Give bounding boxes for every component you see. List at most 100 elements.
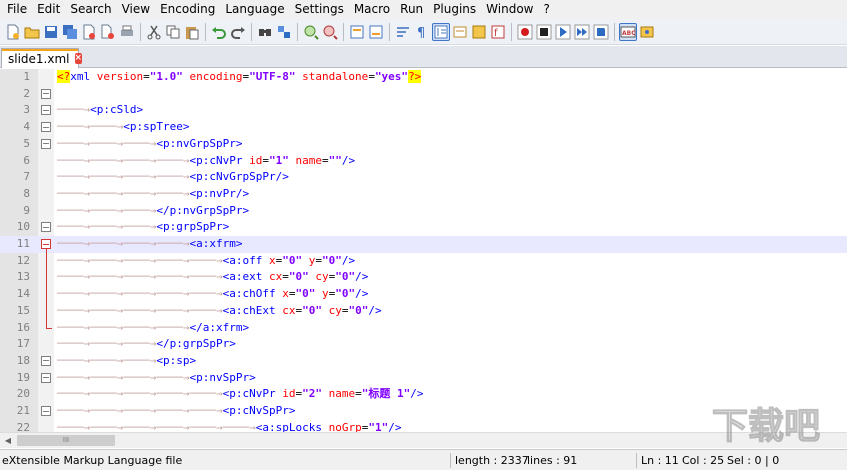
zoom-out-icon[interactable]	[321, 23, 339, 41]
menu-search[interactable]: Search	[65, 0, 116, 19]
code-text: ────→────→────→<p:sp>	[57, 353, 197, 367]
line-number: 7	[23, 170, 30, 184]
close-tab-icon[interactable]: ×	[74, 53, 83, 64]
code-text: ────→────→────→</p:nvGrpSpPr>	[57, 203, 250, 217]
code-line[interactable]: 16 ────→────→────→────→</a:xfrm>	[0, 320, 847, 337]
sync-vertical-icon[interactable]	[348, 23, 366, 41]
code-text: ────→<p:cSld>	[57, 103, 144, 117]
code-text: ────→────→────→────→<p:nvPr/>	[57, 186, 250, 200]
code-line[interactable]: 5 ────→────→────→<p:nvGrpSpPr>	[0, 136, 847, 153]
code-line[interactable]: 2	[0, 86, 847, 103]
scroll-left-icon[interactable]: ◀	[0, 433, 16, 449]
code-line[interactable]: 17 ────→────→────→</p:grpSpPr>	[0, 336, 847, 353]
fold-toggle-icon[interactable]	[41, 355, 51, 366]
line-number: 2	[23, 86, 30, 100]
find-icon[interactable]	[256, 23, 274, 41]
replace-icon[interactable]	[275, 23, 293, 41]
code-line[interactable]: 3 ────→<p:cSld>	[0, 102, 847, 119]
cut-icon[interactable]	[145, 23, 163, 41]
function-list-icon[interactable]: f	[489, 23, 507, 41]
code-line[interactable]: 12 ────→────→────→────→────→<a:off x="0" …	[0, 253, 847, 270]
indent-guide-icon[interactable]	[432, 22, 450, 41]
line-number: 22	[16, 420, 30, 432]
tab-slide1-xml[interactable]: slide1.xml ×	[1, 48, 83, 68]
line-number: 20	[16, 387, 30, 401]
svg-text:f: f	[494, 28, 498, 39]
user-defined-lang-icon[interactable]	[451, 23, 469, 41]
redo-icon[interactable]	[229, 23, 247, 41]
show-all-chars-icon[interactable]: ¶	[413, 23, 431, 41]
code-line[interactable]: 15 ────→────→────→────→────→<a:chExt cx="…	[0, 303, 847, 320]
save-all-icon[interactable]	[61, 23, 79, 41]
code-text: ────→────→────→────→</a:xfrm>	[57, 320, 250, 334]
status-lines: lines : 91	[527, 454, 578, 467]
menu-plugins[interactable]: Plugins	[428, 0, 481, 19]
fold-toggle-icon[interactable]	[41, 88, 51, 99]
fold-toggle-icon[interactable]	[41, 222, 51, 233]
sync-horizontal-icon[interactable]	[367, 23, 385, 41]
spell-check-icon[interactable]: ABC	[619, 22, 637, 41]
open-file-icon[interactable]	[23, 23, 41, 41]
fold-toggle-icon[interactable]	[41, 122, 51, 133]
doc-map-icon[interactable]	[470, 23, 488, 41]
fold-range-end	[46, 327, 52, 329]
code-line[interactable]: 14 ────→────→────→────→────→<a:chOff x="0…	[0, 286, 847, 303]
word-wrap-icon[interactable]	[394, 23, 412, 41]
zoom-in-icon[interactable]	[302, 23, 320, 41]
scroll-thumb[interactable]: III	[17, 435, 115, 446]
close-all-icon[interactable]	[99, 23, 117, 41]
menu-file[interactable]: File	[2, 0, 32, 19]
line-number: 1	[23, 70, 30, 83]
print-icon[interactable]	[118, 23, 136, 41]
menu-edit[interactable]: Edit	[32, 0, 65, 19]
menu-macro[interactable]: Macro	[349, 0, 395, 19]
code-line[interactable]: 18 ────→────→────→<p:sp>	[0, 353, 847, 370]
menu-language[interactable]: Language	[220, 0, 289, 19]
line-number: 6	[23, 153, 30, 167]
code-editor[interactable]: 1 <?xml version="1.0" encoding="UTF-8" st…	[0, 69, 847, 432]
line-number: 10	[16, 220, 30, 234]
paste-icon[interactable]	[183, 23, 201, 41]
close-file-icon[interactable]	[80, 23, 98, 41]
document-tab-bar: slide1.xml ×	[0, 46, 847, 68]
code-line[interactable]: 6 ────→────→────→────→<p:cNvPr id="1" nam…	[0, 153, 847, 170]
record-macro-icon[interactable]	[516, 23, 534, 41]
code-line[interactable]: 8 ────→────→────→────→<p:nvPr/>	[0, 186, 847, 203]
line-number: 9	[23, 203, 30, 217]
toolbar-separator	[297, 22, 298, 41]
code-line[interactable]: 13 ────→────→────→────→────→<a:ext cx="0"…	[0, 269, 847, 286]
save-icon[interactable]	[42, 23, 60, 41]
copy-icon[interactable]	[164, 23, 182, 41]
fold-toggle-icon[interactable]	[41, 105, 51, 116]
code-line[interactable]: 9 ────→────→────→</p:nvGrpSpPr>	[0, 203, 847, 220]
line-number: 15	[16, 303, 30, 317]
fold-toggle-icon[interactable]	[41, 239, 51, 249]
play-macro-icon[interactable]	[554, 23, 572, 41]
code-line[interactable]: 11 ────→────→────→────→<a:xfrm>	[0, 236, 847, 253]
fold-toggle-icon[interactable]	[41, 138, 51, 149]
menu-help[interactable]: ?	[538, 0, 554, 19]
fold-toggle-icon[interactable]	[41, 372, 51, 383]
code-line[interactable]: 1 <?xml version="1.0" encoding="UTF-8" st…	[0, 69, 847, 86]
code-line[interactable]: 4 ────→────→<p:spTree>	[0, 119, 847, 136]
undo-icon[interactable]	[210, 23, 228, 41]
menu-window[interactable]: Window	[481, 0, 538, 19]
code-line[interactable]: 7 ────→────→────→────→<p:cNvGrpSpPr/>	[0, 169, 847, 186]
menu-run[interactable]: Run	[395, 0, 428, 19]
toolbar-separator	[389, 22, 390, 41]
menu-encoding[interactable]: Encoding	[155, 0, 220, 19]
tab-label: slide1.xml	[8, 51, 70, 66]
play-multiple-icon[interactable]	[573, 23, 591, 41]
new-file-icon[interactable]	[4, 23, 22, 41]
launch-browser-icon[interactable]	[638, 23, 656, 41]
code-line[interactable]: 19 ────→────→────→────→<p:nvSpPr>	[0, 370, 847, 387]
line-number: 13	[16, 270, 30, 284]
save-macro-icon[interactable]	[592, 23, 610, 41]
stop-macro-icon[interactable]	[535, 23, 553, 41]
menu-settings[interactable]: Settings	[290, 0, 349, 19]
code-line[interactable]: 10 ────→────→────→<p:grpSpPr>	[0, 219, 847, 236]
fold-toggle-icon[interactable]	[41, 406, 51, 416]
menu-view[interactable]: View	[117, 0, 155, 19]
line-number: 18	[16, 353, 30, 367]
toolbar-separator	[343, 22, 344, 41]
